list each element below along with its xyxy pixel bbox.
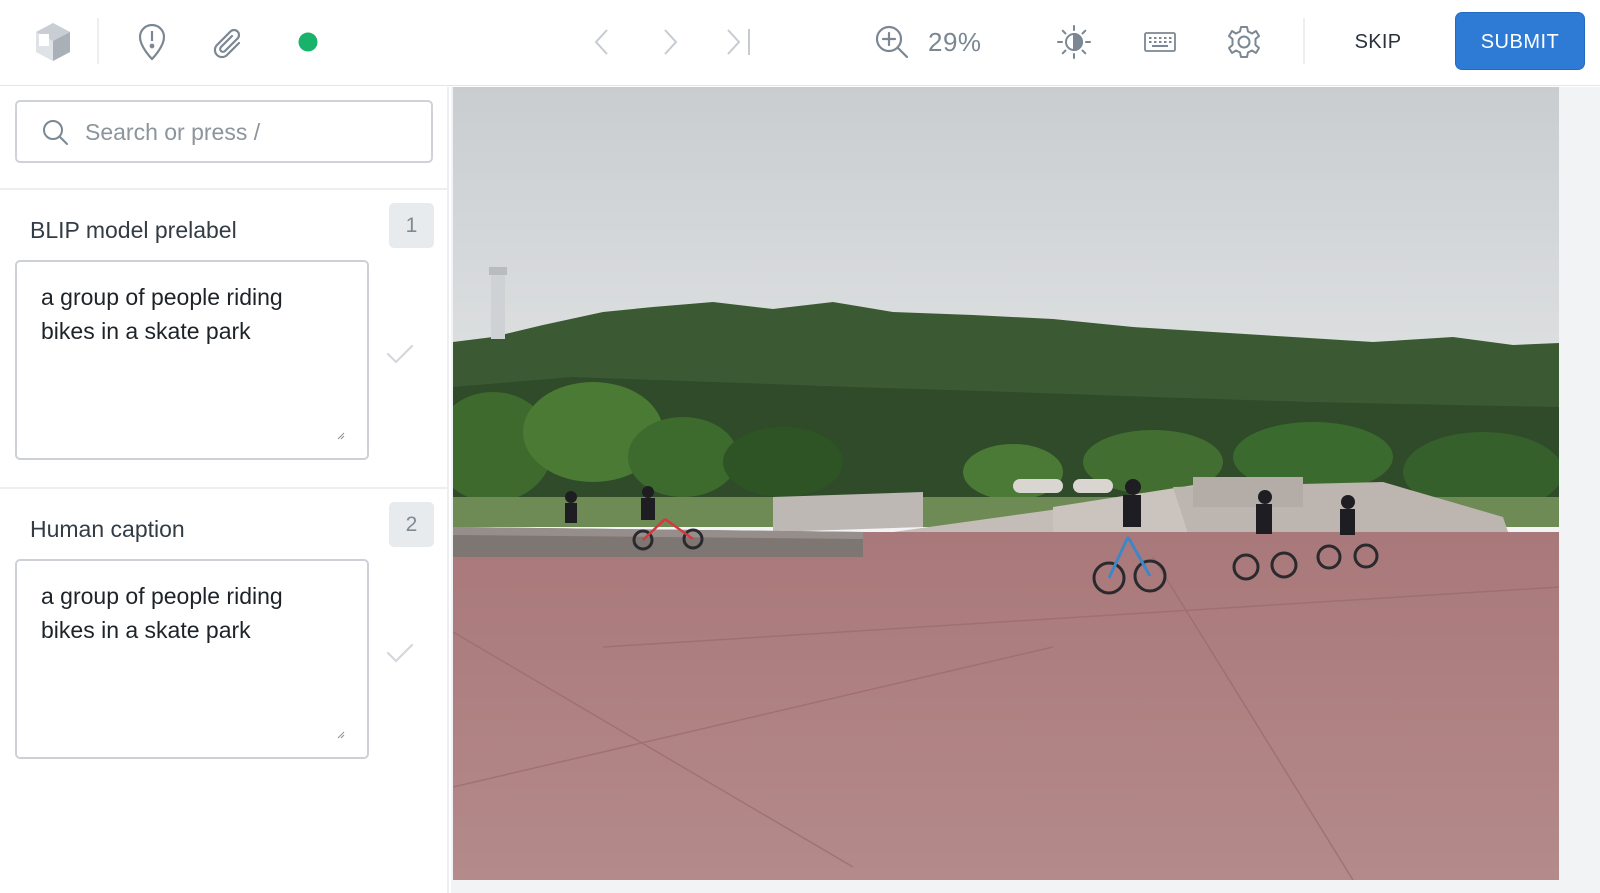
section-title: Human caption	[30, 516, 185, 542]
caption-textarea[interactable]: a group of people riding bikes in a skat…	[41, 280, 341, 430]
caption-box[interactable]: a group of people riding bikes in a skat…	[15, 559, 369, 759]
resize-grip-icon[interactable]	[337, 726, 345, 744]
toolbar-divider	[1303, 18, 1305, 64]
submit-button[interactable]: SUBMIT	[1455, 12, 1585, 70]
section-title: BLIP model prelabel	[30, 217, 237, 243]
image-canvas[interactable]	[451, 87, 1600, 893]
zoom-in-icon[interactable]	[870, 20, 914, 64]
caption-box[interactable]: a group of people riding bikes in a skat…	[15, 260, 369, 460]
paperclip-icon[interactable]	[206, 20, 250, 64]
keyboard-icon[interactable]	[1138, 20, 1182, 64]
alert-icon[interactable]	[130, 20, 174, 64]
skip-button[interactable]: SKIP	[1338, 22, 1418, 62]
chevron-right-icon[interactable]	[656, 22, 686, 62]
sidebar: BLIP model prelabel 1 a group of people …	[0, 87, 449, 893]
check-icon[interactable]	[385, 342, 415, 371]
task-image[interactable]	[453, 87, 1559, 880]
toolbar: 29% SKIP SUBMIT	[0, 0, 1600, 86]
status-dot-icon	[296, 30, 320, 54]
search-box[interactable]	[15, 100, 433, 163]
zoom-level: 29%	[928, 27, 982, 57]
logo-icon[interactable]	[31, 20, 75, 64]
search-icon	[41, 118, 69, 151]
prelabel-section: BLIP model prelabel 1 a group of people …	[0, 190, 449, 480]
human-caption-section: Human caption 2 a group of people riding…	[0, 489, 449, 779]
brightness-icon[interactable]	[1052, 20, 1096, 64]
search-input[interactable]	[85, 111, 415, 153]
check-icon[interactable]	[385, 641, 415, 670]
hotkey-badge: 1	[389, 203, 434, 248]
gear-icon[interactable]	[1222, 20, 1266, 64]
skip-last-icon[interactable]	[721, 22, 757, 62]
caption-textarea[interactable]: a group of people riding bikes in a skat…	[41, 579, 341, 729]
hotkey-badge: 2	[389, 502, 434, 547]
resize-grip-icon[interactable]	[337, 427, 345, 445]
toolbar-divider	[97, 18, 99, 64]
chevron-left-icon[interactable]	[586, 22, 616, 62]
